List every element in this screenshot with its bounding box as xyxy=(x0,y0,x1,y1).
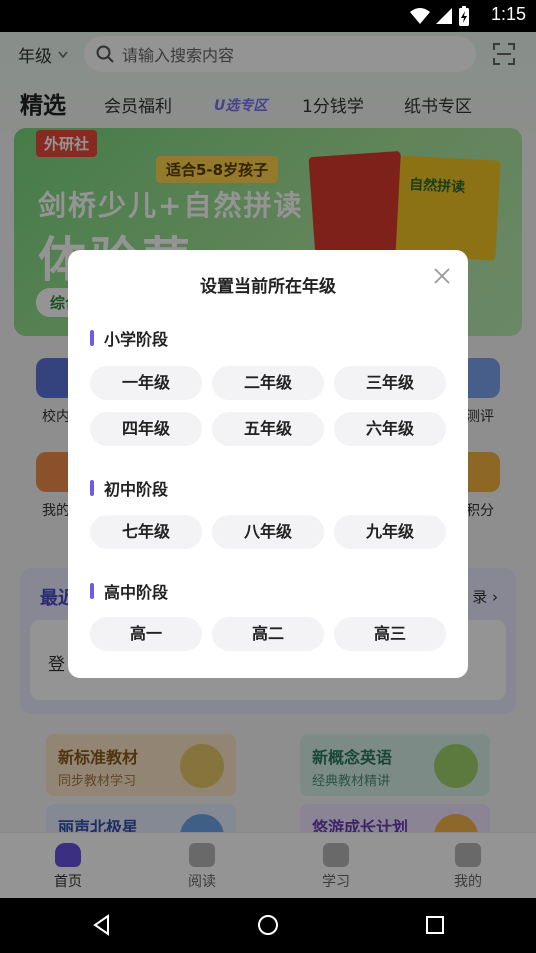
battery-icon xyxy=(459,6,469,26)
section-primary-label: 小学阶段 xyxy=(90,326,168,350)
recents-icon[interactable] xyxy=(423,913,447,937)
grade-button-1[interactable]: 一年级 xyxy=(90,366,202,400)
back-icon[interactable] xyxy=(90,913,114,937)
clock: 1:15 xyxy=(490,4,526,24)
grade-button-2[interactable]: 二年级 xyxy=(212,366,324,400)
system-nav-bar xyxy=(0,898,536,953)
grade-button-senior-1[interactable]: 高一 xyxy=(90,617,202,651)
wifi-icon xyxy=(410,8,430,24)
section-marker xyxy=(90,330,94,346)
close-icon[interactable] xyxy=(430,264,454,288)
grade-button-5[interactable]: 五年级 xyxy=(212,412,324,446)
dialog-title: 设置当前所在年级 xyxy=(200,277,336,297)
section-junior-label: 初中阶段 xyxy=(90,476,168,500)
app-screen: 年级 请输入搜索内容 精选 会员福利 U选专区 1分钱学 纸书专区 外研社 适合… xyxy=(0,32,536,898)
section-title: 小学阶段 xyxy=(104,330,169,349)
grade-button-8[interactable]: 八年级 xyxy=(212,515,324,549)
home-button-icon[interactable] xyxy=(256,913,280,937)
grade-button-9[interactable]: 九年级 xyxy=(334,515,446,549)
grade-picker-dialog: 设置当前所在年级 小学阶段 一年级 二年级 三年级 四年级 五年级 六年级 初中… xyxy=(68,250,468,678)
grade-button-7[interactable]: 七年级 xyxy=(90,515,202,549)
status-bar: 1:15 xyxy=(0,0,536,32)
section-title: 高中阶段 xyxy=(104,583,169,602)
grade-button-4[interactable]: 四年级 xyxy=(90,412,202,446)
grade-button-6[interactable]: 六年级 xyxy=(334,412,446,446)
section-title: 初中阶段 xyxy=(104,480,169,499)
grade-button-senior-2[interactable]: 高二 xyxy=(212,617,324,651)
status-icons xyxy=(410,5,470,27)
signal-icon xyxy=(436,8,452,24)
section-senior-label: 高中阶段 xyxy=(90,579,168,603)
grade-button-senior-3[interactable]: 高三 xyxy=(334,617,446,651)
section-marker xyxy=(90,480,94,496)
grade-button-3[interactable]: 三年级 xyxy=(334,366,446,400)
section-marker xyxy=(90,583,94,599)
